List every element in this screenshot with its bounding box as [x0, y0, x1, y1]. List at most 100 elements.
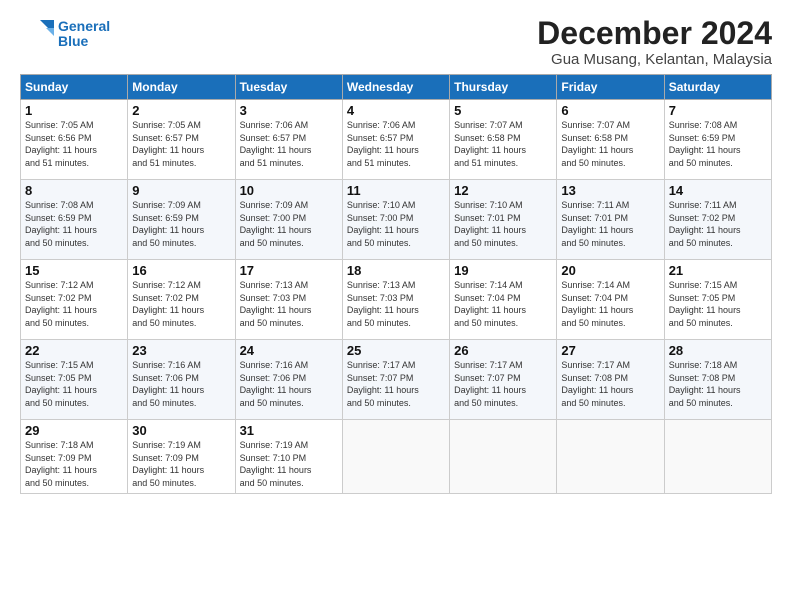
- table-row: [664, 420, 771, 493]
- day-number: 23: [132, 343, 230, 358]
- logo-inner: General Blue: [20, 16, 110, 52]
- day-info: Sunrise: 7:17 AM Sunset: 7:07 PM Dayligh…: [454, 359, 552, 409]
- table-row: 6Sunrise: 7:07 AM Sunset: 6:58 PM Daylig…: [557, 100, 664, 180]
- table-row: 5Sunrise: 7:07 AM Sunset: 6:58 PM Daylig…: [450, 100, 557, 180]
- day-number: 17: [240, 263, 338, 278]
- day-info: Sunrise: 7:07 AM Sunset: 6:58 PM Dayligh…: [561, 119, 659, 169]
- day-number: 28: [669, 343, 767, 358]
- day-info: Sunrise: 7:08 AM Sunset: 6:59 PM Dayligh…: [669, 119, 767, 169]
- day-number: 13: [561, 183, 659, 198]
- day-number: 18: [347, 263, 445, 278]
- table-row: 31Sunrise: 7:19 AM Sunset: 7:10 PM Dayli…: [235, 420, 342, 493]
- table-row: [557, 420, 664, 493]
- table-row: 17Sunrise: 7:13 AM Sunset: 7:03 PM Dayli…: [235, 260, 342, 340]
- day-number: 7: [669, 103, 767, 118]
- calendar-header-row: Sunday Monday Tuesday Wednesday Thursday…: [21, 75, 772, 100]
- day-info: Sunrise: 7:18 AM Sunset: 7:09 PM Dayligh…: [25, 439, 123, 489]
- day-info: Sunrise: 7:06 AM Sunset: 6:57 PM Dayligh…: [240, 119, 338, 169]
- month-title: December 2024: [537, 16, 772, 51]
- day-number: 2: [132, 103, 230, 118]
- table-row: 28Sunrise: 7:18 AM Sunset: 7:08 PM Dayli…: [664, 340, 771, 420]
- day-number: 27: [561, 343, 659, 358]
- day-info: Sunrise: 7:05 AM Sunset: 6:56 PM Dayligh…: [25, 119, 123, 169]
- day-info: Sunrise: 7:17 AM Sunset: 7:08 PM Dayligh…: [561, 359, 659, 409]
- table-row: 14Sunrise: 7:11 AM Sunset: 7:02 PM Dayli…: [664, 180, 771, 260]
- day-info: Sunrise: 7:07 AM Sunset: 6:58 PM Dayligh…: [454, 119, 552, 169]
- day-info: Sunrise: 7:16 AM Sunset: 7:06 PM Dayligh…: [132, 359, 230, 409]
- day-number: 26: [454, 343, 552, 358]
- col-friday: Friday: [557, 75, 664, 100]
- calendar-table: Sunday Monday Tuesday Wednesday Thursday…: [20, 74, 772, 493]
- day-info: Sunrise: 7:12 AM Sunset: 7:02 PM Dayligh…: [132, 279, 230, 329]
- table-row: 2Sunrise: 7:05 AM Sunset: 6:57 PM Daylig…: [128, 100, 235, 180]
- day-number: 4: [347, 103, 445, 118]
- logo: General Blue: [20, 16, 110, 52]
- day-info: Sunrise: 7:15 AM Sunset: 7:05 PM Dayligh…: [25, 359, 123, 409]
- table-row: 20Sunrise: 7:14 AM Sunset: 7:04 PM Dayli…: [557, 260, 664, 340]
- table-row: 13Sunrise: 7:11 AM Sunset: 7:01 PM Dayli…: [557, 180, 664, 260]
- day-info: Sunrise: 7:17 AM Sunset: 7:07 PM Dayligh…: [347, 359, 445, 409]
- col-sunday: Sunday: [21, 75, 128, 100]
- day-info: Sunrise: 7:19 AM Sunset: 7:09 PM Dayligh…: [132, 439, 230, 489]
- day-number: 29: [25, 423, 123, 438]
- table-row: 11Sunrise: 7:10 AM Sunset: 7:00 PM Dayli…: [342, 180, 449, 260]
- day-number: 22: [25, 343, 123, 358]
- table-row: 4Sunrise: 7:06 AM Sunset: 6:57 PM Daylig…: [342, 100, 449, 180]
- day-number: 9: [132, 183, 230, 198]
- day-info: Sunrise: 7:10 AM Sunset: 7:00 PM Dayligh…: [347, 199, 445, 249]
- day-info: Sunrise: 7:14 AM Sunset: 7:04 PM Dayligh…: [454, 279, 552, 329]
- col-monday: Monday: [128, 75, 235, 100]
- day-number: 3: [240, 103, 338, 118]
- logo-container: General Blue: [20, 16, 110, 52]
- logo-general: General: [58, 19, 110, 34]
- table-row: [450, 420, 557, 493]
- day-info: Sunrise: 7:11 AM Sunset: 7:01 PM Dayligh…: [561, 199, 659, 249]
- table-row: 26Sunrise: 7:17 AM Sunset: 7:07 PM Dayli…: [450, 340, 557, 420]
- day-number: 10: [240, 183, 338, 198]
- day-number: 1: [25, 103, 123, 118]
- col-wednesday: Wednesday: [342, 75, 449, 100]
- table-row: 30Sunrise: 7:19 AM Sunset: 7:09 PM Dayli…: [128, 420, 235, 493]
- day-info: Sunrise: 7:06 AM Sunset: 6:57 PM Dayligh…: [347, 119, 445, 169]
- day-number: 30: [132, 423, 230, 438]
- day-number: 16: [132, 263, 230, 278]
- day-number: 11: [347, 183, 445, 198]
- day-info: Sunrise: 7:11 AM Sunset: 7:02 PM Dayligh…: [669, 199, 767, 249]
- day-info: Sunrise: 7:10 AM Sunset: 7:01 PM Dayligh…: [454, 199, 552, 249]
- day-number: 20: [561, 263, 659, 278]
- col-tuesday: Tuesday: [235, 75, 342, 100]
- table-row: 3Sunrise: 7:06 AM Sunset: 6:57 PM Daylig…: [235, 100, 342, 180]
- day-info: Sunrise: 7:19 AM Sunset: 7:10 PM Dayligh…: [240, 439, 338, 489]
- day-info: Sunrise: 7:09 AM Sunset: 6:59 PM Dayligh…: [132, 199, 230, 249]
- day-number: 8: [25, 183, 123, 198]
- table-row: 27Sunrise: 7:17 AM Sunset: 7:08 PM Dayli…: [557, 340, 664, 420]
- calendar-page: General Blue December 2024 Gua Musang, K…: [0, 0, 792, 612]
- table-row: [342, 420, 449, 493]
- table-row: 16Sunrise: 7:12 AM Sunset: 7:02 PM Dayli…: [128, 260, 235, 340]
- table-row: 22Sunrise: 7:15 AM Sunset: 7:05 PM Dayli…: [21, 340, 128, 420]
- day-info: Sunrise: 7:15 AM Sunset: 7:05 PM Dayligh…: [669, 279, 767, 329]
- logo-text: General Blue: [58, 19, 110, 50]
- day-info: Sunrise: 7:14 AM Sunset: 7:04 PM Dayligh…: [561, 279, 659, 329]
- day-number: 24: [240, 343, 338, 358]
- col-saturday: Saturday: [664, 75, 771, 100]
- logo-blue: Blue: [58, 34, 110, 49]
- table-row: 23Sunrise: 7:16 AM Sunset: 7:06 PM Dayli…: [128, 340, 235, 420]
- day-number: 19: [454, 263, 552, 278]
- day-info: Sunrise: 7:13 AM Sunset: 7:03 PM Dayligh…: [240, 279, 338, 329]
- table-row: 7Sunrise: 7:08 AM Sunset: 6:59 PM Daylig…: [664, 100, 771, 180]
- day-number: 15: [25, 263, 123, 278]
- day-info: Sunrise: 7:13 AM Sunset: 7:03 PM Dayligh…: [347, 279, 445, 329]
- table-row: 25Sunrise: 7:17 AM Sunset: 7:07 PM Dayli…: [342, 340, 449, 420]
- table-row: 18Sunrise: 7:13 AM Sunset: 7:03 PM Dayli…: [342, 260, 449, 340]
- day-number: 5: [454, 103, 552, 118]
- table-row: 10Sunrise: 7:09 AM Sunset: 7:00 PM Dayli…: [235, 180, 342, 260]
- day-info: Sunrise: 7:05 AM Sunset: 6:57 PM Dayligh…: [132, 119, 230, 169]
- table-row: 8Sunrise: 7:08 AM Sunset: 6:59 PM Daylig…: [21, 180, 128, 260]
- day-info: Sunrise: 7:12 AM Sunset: 7:02 PM Dayligh…: [25, 279, 123, 329]
- day-number: 12: [454, 183, 552, 198]
- day-number: 6: [561, 103, 659, 118]
- day-number: 21: [669, 263, 767, 278]
- day-number: 31: [240, 423, 338, 438]
- day-info: Sunrise: 7:09 AM Sunset: 7:00 PM Dayligh…: [240, 199, 338, 249]
